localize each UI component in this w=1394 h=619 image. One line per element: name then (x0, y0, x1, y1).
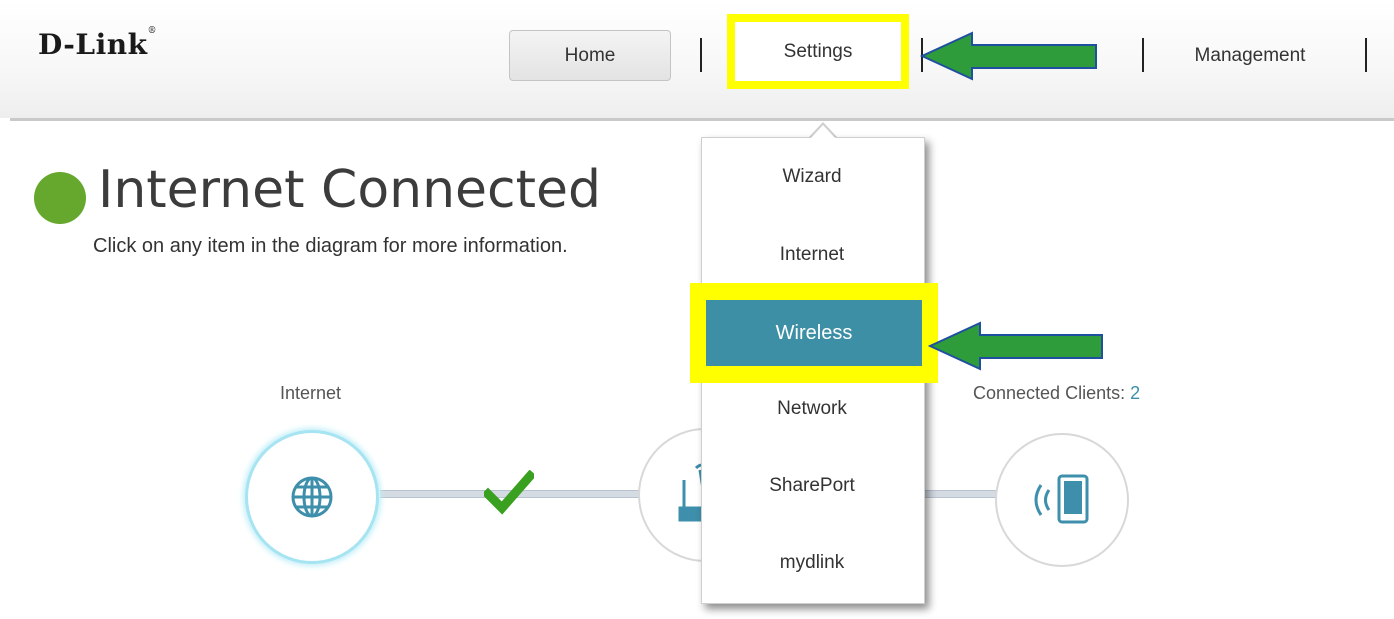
nav-separator (700, 38, 702, 72)
nav-separator (1365, 38, 1367, 72)
nav-separator (1142, 38, 1144, 72)
mobile-device-icon (1034, 474, 1089, 524)
menu-item-wireless[interactable]: Wireless (706, 300, 922, 366)
annotation-arrow-settings (920, 31, 1097, 81)
menu-item-internet[interactable]: Internet (701, 244, 923, 266)
header-divider (10, 118, 1394, 121)
dropdown-caret-fill (810, 125, 836, 139)
menu-item-wizard[interactable]: Wizard (701, 166, 923, 188)
internet-label: Internet (280, 383, 342, 403)
page-subtitle: Click on any item in the diagram for mor… (93, 235, 568, 257)
globe-icon (291, 476, 333, 518)
logo-registered-mark: ® (147, 26, 158, 36)
nav-home-button[interactable]: Home (509, 30, 671, 81)
logo-text: D-Link (38, 28, 148, 61)
check-icon (484, 470, 534, 515)
status-indicator (34, 172, 86, 224)
menu-item-network[interactable]: Network (701, 398, 923, 420)
connected-clients-count[interactable]: 2 (1130, 383, 1140, 403)
clients-node[interactable] (995, 433, 1129, 567)
nav-management-button[interactable]: Management (1170, 30, 1330, 81)
dlink-logo: D-Link® (38, 26, 158, 61)
menu-item-mydlink[interactable]: mydlink (701, 552, 923, 574)
nav-settings-button[interactable]: Settings (727, 14, 909, 89)
annotation-arrow-wireless (928, 321, 1103, 371)
page-title: Internet Connected (98, 160, 602, 220)
internet-node[interactable] (245, 430, 379, 564)
connected-clients-text: Connected Clients: (973, 383, 1131, 403)
connected-clients-label: Connected Clients: 2 (973, 383, 1140, 404)
menu-item-shareport[interactable]: SharePort (701, 475, 923, 497)
router-clients-link (920, 490, 1002, 498)
